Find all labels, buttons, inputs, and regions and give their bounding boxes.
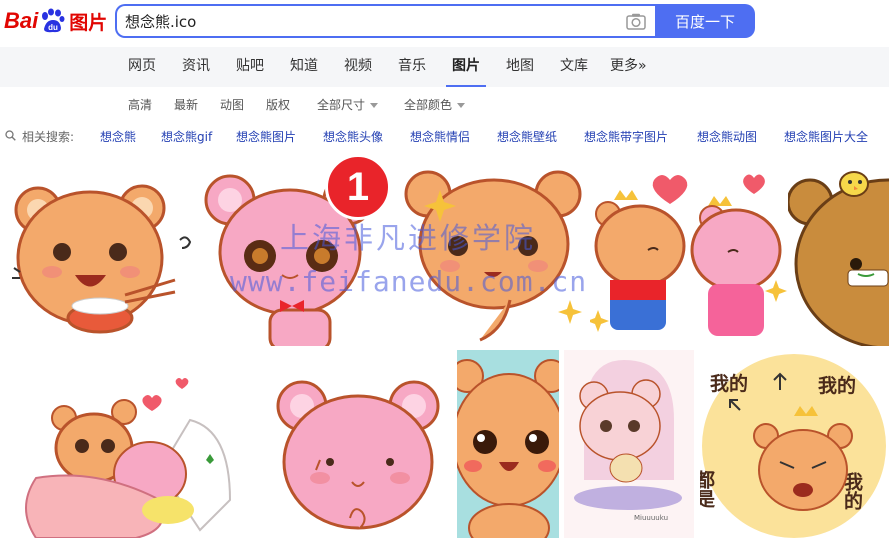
rank-badge: 1 xyxy=(325,154,391,220)
filter-bar: 高清 最新 动图 版权 全部尺寸 全部颜色 xyxy=(0,88,889,118)
pink-bear-waving-image xyxy=(276,380,440,530)
filter-animated[interactable]: 动图 xyxy=(220,96,244,113)
header: Bai du 图片 百度一下 xyxy=(0,0,889,46)
nav-item-wenku[interactable]: 文库 xyxy=(560,47,588,87)
filter-size-dropdown[interactable]: 全部尺寸 xyxy=(317,96,379,113)
nav-item-music[interactable]: 音乐 xyxy=(398,47,426,87)
kissing-bears-image xyxy=(590,174,787,336)
bear-teal-image xyxy=(457,359,559,538)
related-link[interactable]: 想念熊情侣 xyxy=(410,128,470,145)
related-link[interactable]: 想念熊图片大全 xyxy=(784,128,868,145)
image-result[interactable] xyxy=(0,350,255,538)
related-link[interactable]: 想念熊gif xyxy=(161,128,212,145)
related-link[interactable]: 想念熊 xyxy=(100,128,136,145)
filter-color-label: 全部颜色 xyxy=(404,98,453,112)
filter-size-label: 全部尺寸 xyxy=(317,98,366,112)
brown-bear-chick-image xyxy=(788,171,889,346)
related-link[interactable]: 想念熊图片 xyxy=(236,128,296,145)
nav-item-webpage[interactable]: 网页 xyxy=(128,47,156,87)
chevron-down-icon xyxy=(370,103,379,108)
baidu-paw-icon: du xyxy=(42,8,65,33)
image-result[interactable] xyxy=(457,350,559,538)
search-category-nav: 网页 资讯 贴吧 知道 视频 音乐 图片 地图 文库 更多» xyxy=(0,47,889,87)
image-result[interactable] xyxy=(260,350,452,538)
image-result[interactable]: 我的 我的 都是 我的 xyxy=(700,350,889,538)
search-box xyxy=(115,4,656,38)
bear-mine-image: 我的 我的 都是 我的 xyxy=(700,354,886,538)
image-result[interactable]: Miuuuuku xyxy=(564,350,694,538)
filter-hd[interactable]: 高清 xyxy=(128,96,152,113)
artist-signature: Miuuuuku xyxy=(634,514,668,522)
related-link[interactable]: 想念熊动图 xyxy=(697,128,757,145)
bear-window-image: Miuuuuku xyxy=(574,360,682,522)
logo-bai-text: Bai xyxy=(4,8,39,33)
filter-color-dropdown[interactable]: 全部颜色 xyxy=(404,96,466,113)
nav-item-video[interactable]: 视频 xyxy=(344,47,372,87)
camera-icon[interactable] xyxy=(626,13,646,30)
nav-item-images[interactable]: 图片 xyxy=(446,47,486,87)
related-link[interactable]: 想念熊壁纸 xyxy=(497,128,557,145)
nav-item-news[interactable]: 资讯 xyxy=(182,47,210,87)
image-result[interactable] xyxy=(400,160,590,346)
baidu-logo[interactable]: Bai du 图片 xyxy=(4,5,107,37)
logo-product-name: 图片 xyxy=(69,11,108,34)
chevron-down-icon xyxy=(457,103,466,108)
bear-sparkles-image xyxy=(404,170,582,342)
search-input[interactable] xyxy=(117,6,617,36)
bear-blanket-image xyxy=(25,378,232,538)
nav-item-tieba[interactable]: 贴吧 xyxy=(236,47,264,87)
image-result[interactable] xyxy=(0,160,200,346)
nav-item-map[interactable]: 地图 xyxy=(506,47,534,87)
svg-text:我的: 我的 xyxy=(818,374,856,397)
svg-text:du: du xyxy=(48,23,58,32)
search-button[interactable]: 百度一下 xyxy=(655,4,755,38)
related-link[interactable]: 想念熊头像 xyxy=(323,128,383,145)
svg-text:我的: 我的 xyxy=(710,372,748,395)
image-result[interactable] xyxy=(788,160,889,346)
filter-latest[interactable]: 最新 xyxy=(174,96,198,113)
bear-eating-image xyxy=(12,184,192,334)
related-searches-label: 相关搜索: xyxy=(22,130,75,144)
image-result[interactable] xyxy=(590,160,788,346)
related-link[interactable]: 想念熊带字图片 xyxy=(584,128,668,145)
nav-item-more[interactable]: 更多» xyxy=(610,47,647,87)
search-icon xyxy=(5,130,16,141)
filter-copyright[interactable]: 版权 xyxy=(266,96,290,113)
nav-item-zhidao[interactable]: 知道 xyxy=(290,47,318,87)
related-searches: 相关搜索: 想念熊 想念熊gif 想念熊图片 想念熊头像 想念熊情侣 想念熊壁纸… xyxy=(0,124,889,148)
svg-text:都是: 都是 xyxy=(700,470,716,509)
